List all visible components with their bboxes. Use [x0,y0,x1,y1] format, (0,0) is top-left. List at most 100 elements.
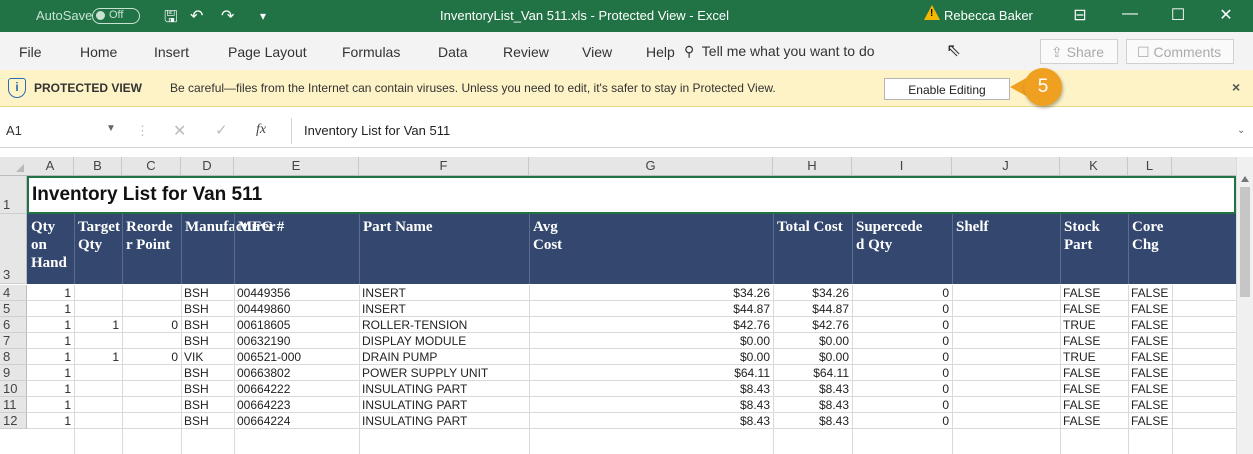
cell-d7[interactable]: BSH [181,333,234,349]
row-header-8[interactable]: 8 [0,349,27,365]
cancel-icon[interactable]: ✕ [173,121,186,141]
cell-j8[interactable] [952,349,1060,365]
cell-h7[interactable]: $0.00 [773,333,852,349]
redo-icon[interactable]: ↷ [221,6,234,26]
cell-f4[interactable]: INSERT [359,285,529,301]
checkmark-icon[interactable]: ✓ [215,121,228,139]
cell-g9[interactable]: $64.11 [529,365,773,381]
cell-l12[interactable]: FALSE [1128,413,1172,429]
cell-e12[interactable]: 00664224 [234,413,359,429]
cell-j6[interactable] [952,317,1060,333]
close-window-icon[interactable]: ✕ [1206,5,1246,25]
column-title-d[interactable]: Manufacturer [181,218,276,236]
cell-d8[interactable]: VIK [181,349,234,365]
row-header-11[interactable]: 11 [0,397,27,413]
column-title-i[interactable]: Supercede d Qty [852,218,952,254]
cell-i11[interactable]: 0 [852,397,952,413]
name-box[interactable]: A1 [6,123,22,138]
column-header-e[interactable]: E [234,157,359,175]
cell-l8[interactable]: FALSE [1128,349,1172,365]
row-header-6[interactable]: 6 [0,317,27,333]
cell-f9[interactable]: POWER SUPPLY UNIT [359,365,529,381]
cell-e4[interactable]: 00449356 [234,285,359,301]
cell-h6[interactable]: $42.76 [773,317,852,333]
expand-formula-bar-icon[interactable]: ⌄ [1237,125,1245,136]
cell-g5[interactable]: $44.87 [529,301,773,317]
tell-me-box[interactable]: ⚲ Tell me what you want to do [684,43,875,60]
cell-g6[interactable]: $42.76 [529,317,773,333]
cell-k4[interactable]: FALSE [1060,285,1128,301]
column-title-g[interactable]: Avg Cost [529,218,773,254]
cell-f6[interactable]: ROLLER-TENSION [359,317,529,333]
cell-k6[interactable]: TRUE [1060,317,1128,333]
cell-e7[interactable]: 00632190 [234,333,359,349]
row-header-4[interactable]: 4 [0,285,27,301]
cell-b12[interactable] [74,413,122,429]
cell-g4[interactable]: $34.26 [529,285,773,301]
cell-l7[interactable]: FALSE [1128,333,1172,349]
cell-h11[interactable]: $8.43 [773,397,852,413]
cell-j4[interactable] [952,285,1060,301]
column-header-k[interactable]: K [1060,157,1128,175]
close-message-bar-icon[interactable]: × [1232,79,1240,95]
cell-a6[interactable]: 1 [27,317,74,333]
cell-a9[interactable]: 1 [27,365,74,381]
cell-d12[interactable]: BSH [181,413,234,429]
insert-function-icon[interactable]: fx [256,122,266,138]
cell-g7[interactable]: $0.00 [529,333,773,349]
cell-a8[interactable]: 1 [27,349,74,365]
column-header-j[interactable]: J [952,157,1060,175]
cell-c7[interactable] [122,333,181,349]
row-header-5[interactable]: 5 [0,301,27,317]
column-title-e[interactable]: MFG # [234,218,359,236]
cell-l10[interactable]: FALSE [1128,381,1172,397]
tab-help[interactable]: Help [646,44,675,60]
cell-a4[interactable]: 1 [27,285,74,301]
cell-k12[interactable]: FALSE [1060,413,1128,429]
cell-e5[interactable]: 00449860 [234,301,359,317]
comments-button[interactable]: ☐ Comments [1126,39,1234,64]
cell-f7[interactable]: DISPLAY MODULE [359,333,529,349]
minimize-icon[interactable]: — [1110,5,1150,23]
column-header-f[interactable]: F [359,157,529,175]
cell-d4[interactable]: BSH [181,285,234,301]
cell-b6[interactable]: 1 [74,317,122,333]
ribbon-display-icon[interactable]: ⊟ [1060,5,1100,25]
row-header-3[interactable]: 3 [0,214,27,284]
cell-e8[interactable]: 006521-000 [234,349,359,365]
cell-j11[interactable] [952,397,1060,413]
cell-b11[interactable] [74,397,122,413]
cell-i6[interactable]: 0 [852,317,952,333]
column-title-j[interactable]: Shelf [952,218,1060,236]
select-all-corner[interactable] [0,157,27,175]
cell-a1[interactable]: Inventory List for Van 511 [27,176,1236,214]
cell-c11[interactable] [122,397,181,413]
cell-j9[interactable] [952,365,1060,381]
column-title-l[interactable]: Core Chg [1128,218,1172,254]
undo-icon[interactable]: ↶ [190,6,203,26]
cell-i7[interactable]: 0 [852,333,952,349]
cell-f5[interactable]: INSERT [359,301,529,317]
cell-f8[interactable]: DRAIN PUMP [359,349,529,365]
cell-i5[interactable]: 0 [852,301,952,317]
cell-j7[interactable] [952,333,1060,349]
scroll-up-icon[interactable] [1241,176,1249,182]
cell-f12[interactable]: INSULATING PART [359,413,529,429]
cell-d10[interactable]: BSH [181,381,234,397]
cell-g12[interactable]: $8.43 [529,413,773,429]
cell-a11[interactable]: 1 [27,397,74,413]
column-header-h[interactable]: H [773,157,852,175]
cell-f10[interactable]: INSULATING PART [359,381,529,397]
tab-insert[interactable]: Insert [154,44,189,60]
share-button[interactable]: ⇪ Share [1040,39,1118,64]
cell-g10[interactable]: $8.43 [529,381,773,397]
cell-d6[interactable]: BSH [181,317,234,333]
tab-formulas[interactable]: Formulas [342,44,400,60]
save-icon[interactable]: 🖫 [164,6,178,33]
cell-k11[interactable]: FALSE [1060,397,1128,413]
cell-c8[interactable]: 0 [122,349,181,365]
customize-qat-icon[interactable]: ▾ [260,9,266,23]
tab-file[interactable]: File [19,44,42,60]
formula-input[interactable]: Inventory List for Van 511 [291,118,1246,144]
cell-k7[interactable]: FALSE [1060,333,1128,349]
